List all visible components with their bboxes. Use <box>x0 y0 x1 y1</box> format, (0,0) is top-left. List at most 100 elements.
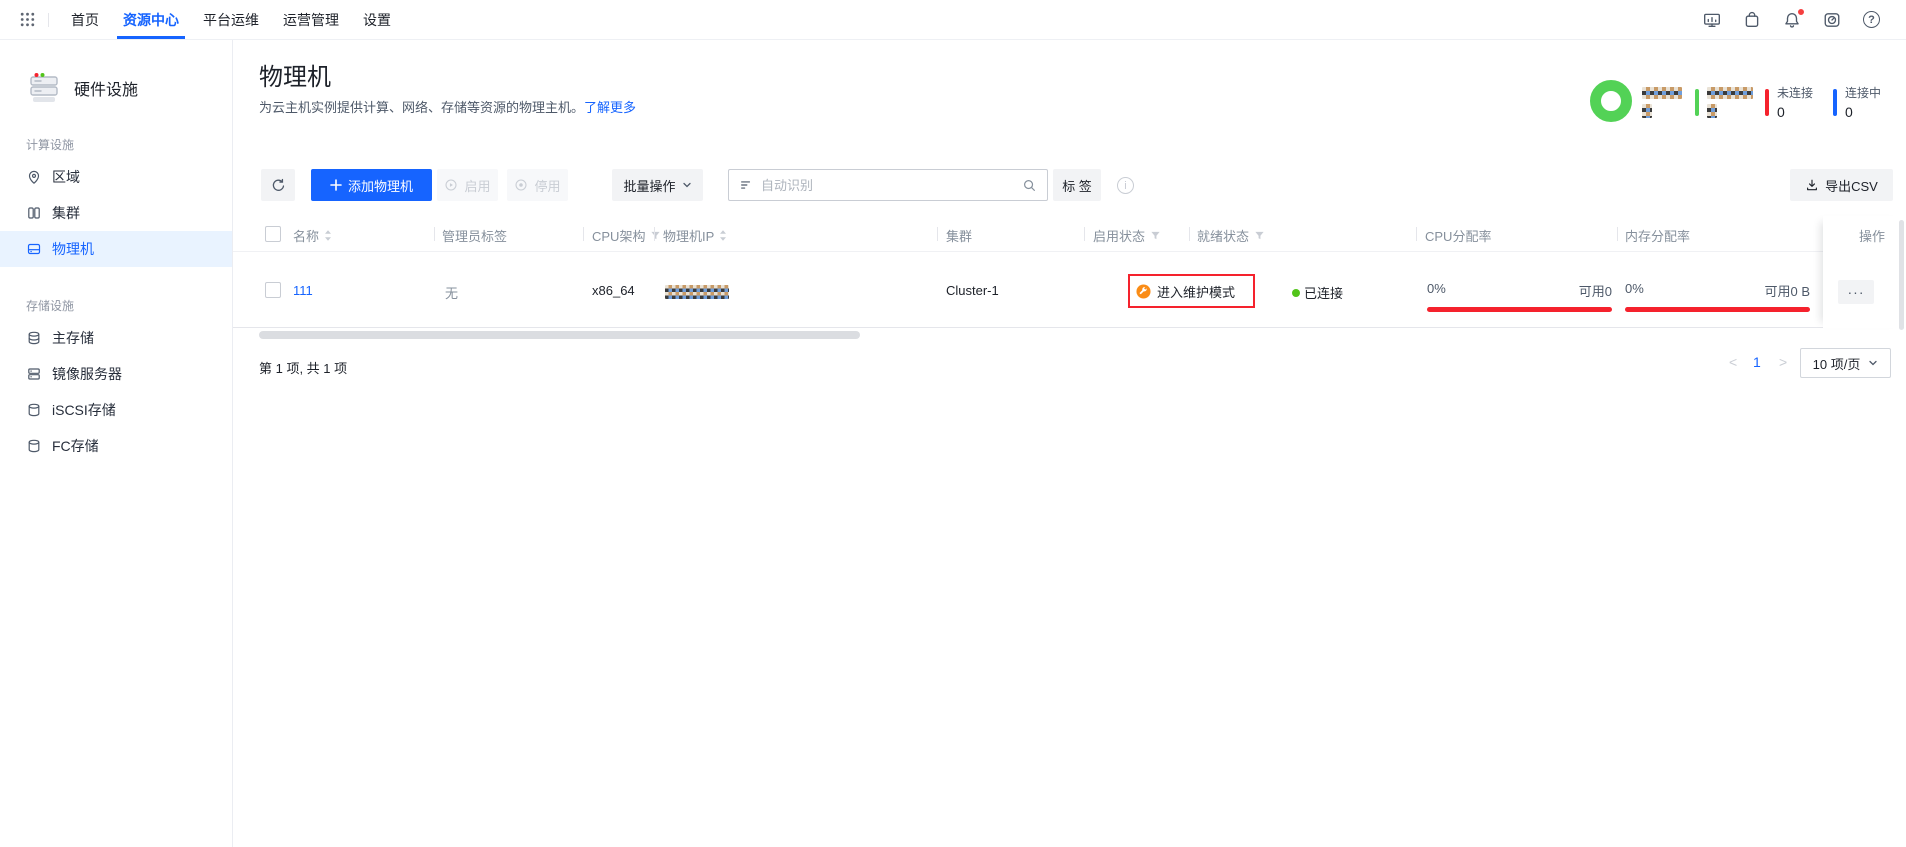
nav-item-platform-ops[interactable]: 平台运维 <box>191 0 271 39</box>
column-header-name[interactable]: 名称 <box>293 226 332 245</box>
divider <box>48 12 49 27</box>
add-host-button[interactable]: 添加物理机 <box>311 169 432 201</box>
sidebar-item-iscsi-storage[interactable]: iSCSI存储 <box>0 392 232 428</box>
sidebar-title: 硬件设施 <box>74 82 139 99</box>
filter-funnel-icon[interactable] <box>1150 230 1161 241</box>
search-input[interactable] <box>761 177 1014 193</box>
pagination-next-button[interactable]: > <box>1779 354 1787 370</box>
stat-color-bar <box>1765 89 1769 116</box>
select-all-checkbox[interactable] <box>265 226 281 242</box>
help-icon[interactable]: ? <box>1863 11 1880 28</box>
nav-item-home[interactable]: 首页 <box>59 0 111 39</box>
learn-more-link[interactable]: 了解更多 <box>584 100 636 115</box>
column-header-enable-status[interactable]: 启用状态 <box>1093 226 1161 245</box>
column-divider <box>1189 227 1190 241</box>
mem-allocation-bar <box>1625 307 1810 312</box>
actions-column: 操作 ··· <box>1823 216 1906 328</box>
column-header-host-ip[interactable]: 物理机IP <box>663 226 727 245</box>
nav-item-resource-center[interactable]: 资源中心 <box>111 0 191 39</box>
bell-icon[interactable] <box>1783 7 1805 29</box>
sidebar-section-compute: 计算设施 <box>26 138 75 152</box>
batch-actions-button[interactable]: 批量操作 <box>612 169 703 201</box>
refresh-icon <box>272 178 284 191</box>
cpu-available: 可用0 <box>1578 284 1612 299</box>
stat-label: 未连接 <box>1777 86 1814 100</box>
app-grid-icon[interactable] <box>14 7 40 33</box>
horizontal-scrollbar[interactable] <box>259 331 860 339</box>
connected-status-dot <box>1292 289 1300 297</box>
column-header-cpu-arch[interactable]: CPU架构 <box>592 226 661 245</box>
page-title: 物理机 <box>259 64 331 91</box>
column-label: 集群 <box>946 229 973 244</box>
tag-button[interactable]: 标 签 <box>1053 169 1101 201</box>
stat-value: 0 <box>1777 104 1785 120</box>
info-icon[interactable]: i <box>1117 177 1134 194</box>
disable-label: 停用 <box>534 178 561 194</box>
main-nav: 首页 资源中心 平台运维 运营管理 设置 <box>59 0 403 39</box>
column-divider <box>1084 227 1085 241</box>
stop-circle-icon <box>515 179 527 191</box>
page-size-value: 10 项/页 <box>1812 356 1861 372</box>
column-divider <box>937 227 938 241</box>
sidebar-item-image-server[interactable]: 镜像服务器 <box>0 356 232 392</box>
column-label: 内存分配率 <box>1625 229 1691 244</box>
topbar-icon-group: ? <box>1703 7 1906 29</box>
package-icon[interactable] <box>1743 11 1761 29</box>
column-header-cluster: 集群 <box>946 226 972 245</box>
export-csv-button[interactable]: 导出CSV <box>1790 169 1893 201</box>
cluster-value: Cluster-1 <box>946 283 999 298</box>
nav-item-operation-mgmt[interactable]: 运营管理 <box>271 0 351 39</box>
column-label: 物理机IP <box>663 229 715 244</box>
column-label: 启用状态 <box>1093 229 1146 244</box>
row-checkbox[interactable] <box>265 282 281 298</box>
column-divider <box>1416 227 1417 241</box>
host-name-link[interactable]: 111 <box>293 283 313 298</box>
monitor-icon[interactable] <box>1703 11 1721 29</box>
sidebar-item-label: 镜像服务器 <box>52 366 122 382</box>
sort-icon[interactable] <box>324 229 332 242</box>
chevron-down-icon <box>1869 360 1877 366</box>
sidebar-item-primary-storage[interactable]: 主存储 <box>0 320 232 356</box>
sidebar-item-label: 集群 <box>52 205 80 221</box>
gauge-icon[interactable] <box>1823 11 1841 29</box>
row-more-actions-button[interactable]: ··· <box>1838 280 1874 304</box>
filter-funnel-icon[interactable] <box>1254 230 1265 241</box>
stat-item-censored-1 <box>1642 86 1682 118</box>
stat-color-bar <box>1695 89 1699 116</box>
stat-value: 0 <box>1845 104 1853 120</box>
app-root: 首页 资源中心 平台运维 运营管理 设置 ? 硬件设施 计算设施 区域 集群 物… <box>0 0 1906 847</box>
page-size-select[interactable]: 10 项/页 <box>1800 348 1891 378</box>
column-header-actions: 操作 <box>1859 229 1886 244</box>
sidebar-item-host[interactable]: 物理机 <box>0 231 232 267</box>
pagination-prev-button[interactable]: < <box>1729 354 1737 370</box>
export-csv-label: 导出CSV <box>1825 178 1878 194</box>
sidebar-item-label: 区域 <box>52 169 80 185</box>
enable-button[interactable]: 启用 <box>437 169 498 201</box>
hardware-facility-icon <box>30 73 58 102</box>
vertical-scrollbar[interactable] <box>1899 220 1904 330</box>
sort-icon[interactable] <box>719 229 727 242</box>
disable-button[interactable]: 停用 <box>507 169 568 201</box>
search-icon[interactable] <box>1022 178 1037 193</box>
sidebar-item-cluster[interactable]: 集群 <box>0 195 232 231</box>
host-status-donut-chart <box>1590 80 1632 122</box>
refresh-button[interactable] <box>261 169 295 201</box>
cpu-allocation-bar <box>1427 307 1612 312</box>
sidebar-item-label: FC存储 <box>52 438 99 454</box>
filter-funnel-icon[interactable] <box>650 230 661 241</box>
enable-status-highlight-box: 进入维护模式 <box>1128 274 1255 308</box>
batch-actions-label: 批量操作 <box>623 178 676 194</box>
filter-lines-icon[interactable] <box>739 178 753 192</box>
column-header-ready-status[interactable]: 就绪状态 <box>1197 226 1265 245</box>
sidebar-item-fc-storage[interactable]: FC存储 <box>0 428 232 464</box>
pagination-current-page[interactable]: 1 <box>1753 354 1761 370</box>
column-divider <box>583 227 584 241</box>
ready-status-value: 已连接 <box>1304 286 1344 301</box>
database-icon <box>28 403 40 417</box>
censored-stat-value <box>1642 104 1652 118</box>
sidebar-section-storage: 存储设施 <box>26 299 75 313</box>
stat-color-bar <box>1833 89 1837 116</box>
sidebar-item-zone[interactable]: 区域 <box>0 159 232 195</box>
nav-item-settings[interactable]: 设置 <box>351 0 403 39</box>
table-row: 111 无 x86_64 Cluster-1 进入维护模式 已连接 0% 可用0 <box>233 252 1906 328</box>
